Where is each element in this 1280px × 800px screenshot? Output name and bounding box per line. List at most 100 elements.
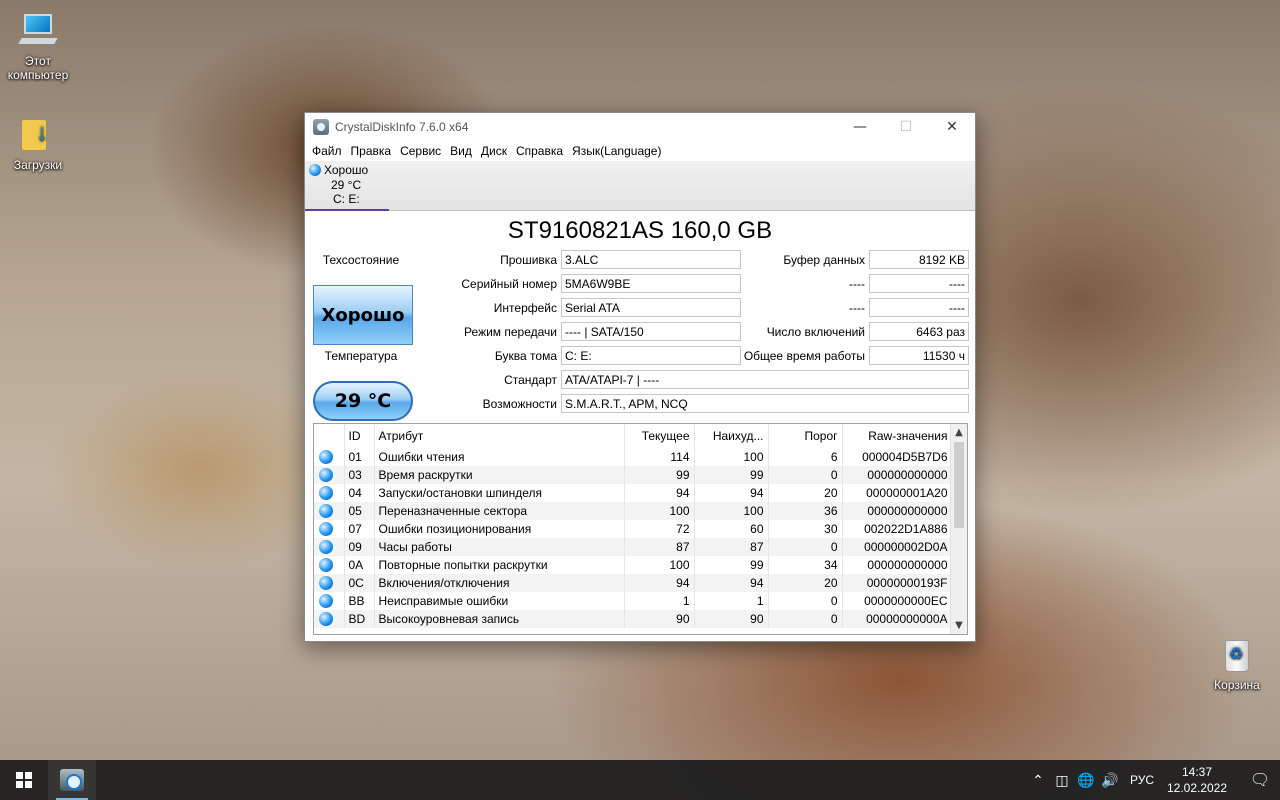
menu-disk[interactable]: Диск [478, 144, 510, 158]
desktop-icon-label: Этот компьютер [7, 54, 69, 82]
computer-icon [18, 10, 58, 50]
smart-cell-id: 0C [344, 574, 375, 592]
menu-help[interactable]: Справка [513, 144, 566, 158]
menu-edit[interactable]: Правка [348, 144, 395, 158]
health-status-button[interactable]: Хорошо [313, 285, 413, 345]
smart-cell-raw: 0000000000EC [842, 592, 953, 610]
standard-value: ATA/ATAPI-7 | ---- [561, 370, 969, 389]
desktop-icon-recycle-bin[interactable]: ♻ Корзина [1199, 634, 1275, 692]
disk-tab-status: Хорошо [324, 163, 369, 177]
crystaldiskinfo-window: CrystalDiskInfo 7.6.0 x64 — ☐ ✕ Файл Пра… [304, 112, 976, 642]
smart-status-cell [314, 574, 345, 592]
clock-date: 12.02.2022 [1166, 781, 1228, 795]
network-device-icon[interactable]: ◫ [1051, 772, 1073, 789]
smart-cell-name: Переназначенные сектора [374, 502, 625, 520]
smart-cell-thr: 0 [768, 610, 843, 628]
health-label: Техсостояние [322, 253, 400, 267]
standard-label: Стандарт [504, 373, 557, 387]
status-good-icon [319, 450, 333, 464]
smart-cell-cur: 100 [624, 502, 695, 520]
recycle-bin-icon: ♻ [1217, 634, 1257, 674]
desktop-icon-label: Корзина [1214, 678, 1260, 692]
smart-cell-worst: 90 [694, 610, 769, 628]
smart-cell-worst: 1 [694, 592, 769, 610]
smart-cell-raw: 000000000000 [842, 466, 953, 484]
temperature-label: Температура [324, 349, 398, 363]
col-attribute[interactable]: Атрибут [374, 424, 625, 448]
smart-cell-id: 07 [344, 520, 375, 538]
smart-cell-name: Ошибки чтения [374, 448, 625, 466]
minimize-button[interactable]: — [837, 113, 883, 141]
smart-cell-id: BD [344, 610, 375, 628]
volume-letter-value: C: E: [561, 346, 741, 365]
desktop-icon-this-pc[interactable]: Этот компьютер [0, 10, 76, 82]
status-good-icon [319, 540, 333, 554]
smart-cell-thr: 0 [768, 466, 843, 484]
clock[interactable]: 14:37 12.02.2022 [1164, 764, 1230, 796]
smart-status-cell [314, 610, 345, 628]
smart-row[interactable]: 0C Включения/отключения 94 94 20 00000000193F [314, 574, 953, 592]
start-button[interactable] [0, 760, 48, 800]
show-hidden-icons-chevron-icon[interactable]: ⌃ [1027, 772, 1049, 789]
smart-row[interactable]: BB Неисправимые ошибки 1 1 0 0000000000EC [314, 592, 953, 610]
smart-row[interactable]: 09 Часы работы 87 87 0 000000002D0A [314, 538, 953, 556]
smart-row[interactable]: BD Высокоуровневая запись 90 90 0 00000000000… [314, 610, 953, 628]
col-current[interactable]: Текущее [624, 424, 695, 448]
smart-cell-raw: 000000000000 [842, 556, 953, 574]
smart-table[interactable]: ID Атрибут Текущее Наихуд... Порог Raw-з… [313, 423, 968, 635]
features-value: S.M.A.R.T., APM, NCQ [561, 394, 969, 413]
input-language[interactable]: РУС [1130, 773, 1154, 787]
desktop-icon-downloads[interactable]: ↓ Загрузки [0, 114, 76, 172]
smart-status-cell [314, 538, 345, 556]
volume-letter-label: Буква тома [494, 349, 557, 363]
volume-icon[interactable]: 🔊 [1099, 772, 1121, 789]
menu-language[interactable]: Язык(Language) [569, 144, 664, 158]
power-on-hours-value: 11530 ч [869, 346, 969, 365]
smart-row[interactable]: 04 Запуски/остановки шпинделя 94 94 20 000000… [314, 484, 953, 502]
col-worst[interactable]: Наихуд... [694, 424, 769, 448]
windows-logo-icon [16, 772, 32, 788]
smart-row[interactable]: 03 Время раскрутки 99 99 0 000000000000 [314, 466, 953, 484]
close-button[interactable]: ✕ [929, 113, 975, 141]
smart-cell-worst: 99 [694, 466, 769, 484]
smart-row[interactable]: 07 Ошибки позиционирования 72 60 30 002022D1A… [314, 520, 953, 538]
title-bar[interactable]: CrystalDiskInfo 7.6.0 x64 — ☐ ✕ [305, 113, 975, 141]
status-good-icon [309, 164, 321, 177]
col-raw[interactable]: Raw-значения [842, 424, 953, 448]
scroll-thumb[interactable] [954, 442, 964, 528]
menu-view[interactable]: Вид [447, 144, 475, 158]
downloads-folder-icon: ↓ [18, 114, 58, 154]
disk-tab-temp: 29 °C [331, 177, 362, 192]
globe-network-icon[interactable]: 🌐 [1075, 772, 1097, 789]
buffer-value: 8192 KB [869, 250, 969, 269]
taskbar-crystaldiskinfo[interactable] [48, 760, 96, 800]
menu-service[interactable]: Сервис [397, 144, 444, 158]
col-id[interactable]: ID [344, 424, 375, 448]
scroll-down-icon[interactable]: ▼ [951, 617, 967, 634]
smart-scrollbar[interactable]: ▲ ▼ [950, 424, 967, 634]
col-status[interactable] [314, 424, 345, 448]
smart-cell-worst: 87 [694, 538, 769, 556]
smart-cell-name: Время раскрутки [374, 466, 625, 484]
smart-cell-raw: 00000000193F [842, 574, 953, 592]
smart-cell-thr: 34 [768, 556, 843, 574]
smart-cell-worst: 100 [694, 502, 769, 520]
smart-cell-id: 04 [344, 484, 375, 502]
smart-row[interactable]: 05 Переназначенные сектора 100 100 36 0000000… [314, 502, 953, 520]
temperature-value[interactable]: 29 °C [313, 381, 413, 421]
taskbar: ⌃ ◫ 🌐 🔊 РУС 14:37 12.02.2022 🗨 [0, 760, 1280, 800]
status-good-icon [319, 558, 333, 572]
smart-row[interactable]: 01 Ошибки чтения 114 100 6 000004D5B7D6 [314, 448, 953, 466]
smart-row[interactable]: 0A Повторные попытки раскрутки 100 99 34 0000… [314, 556, 953, 574]
smart-status-cell [314, 556, 345, 574]
scroll-up-icon[interactable]: ▲ [951, 424, 967, 441]
smart-cell-cur: 94 [624, 484, 695, 502]
menu-file[interactable]: Файл [309, 144, 345, 158]
notification-center-icon[interactable]: 🗨 [1240, 770, 1280, 790]
disk-tab[interactable]: Хорошо 29 °C C: E: [305, 161, 389, 211]
smart-cell-name: Неисправимые ошибки [374, 592, 625, 610]
serial-value: 5MA6W9BE [561, 274, 741, 293]
maximize-button[interactable]: ☐ [883, 113, 929, 141]
col-threshold[interactable]: Порог [768, 424, 843, 448]
smart-cell-id: 01 [344, 448, 375, 466]
